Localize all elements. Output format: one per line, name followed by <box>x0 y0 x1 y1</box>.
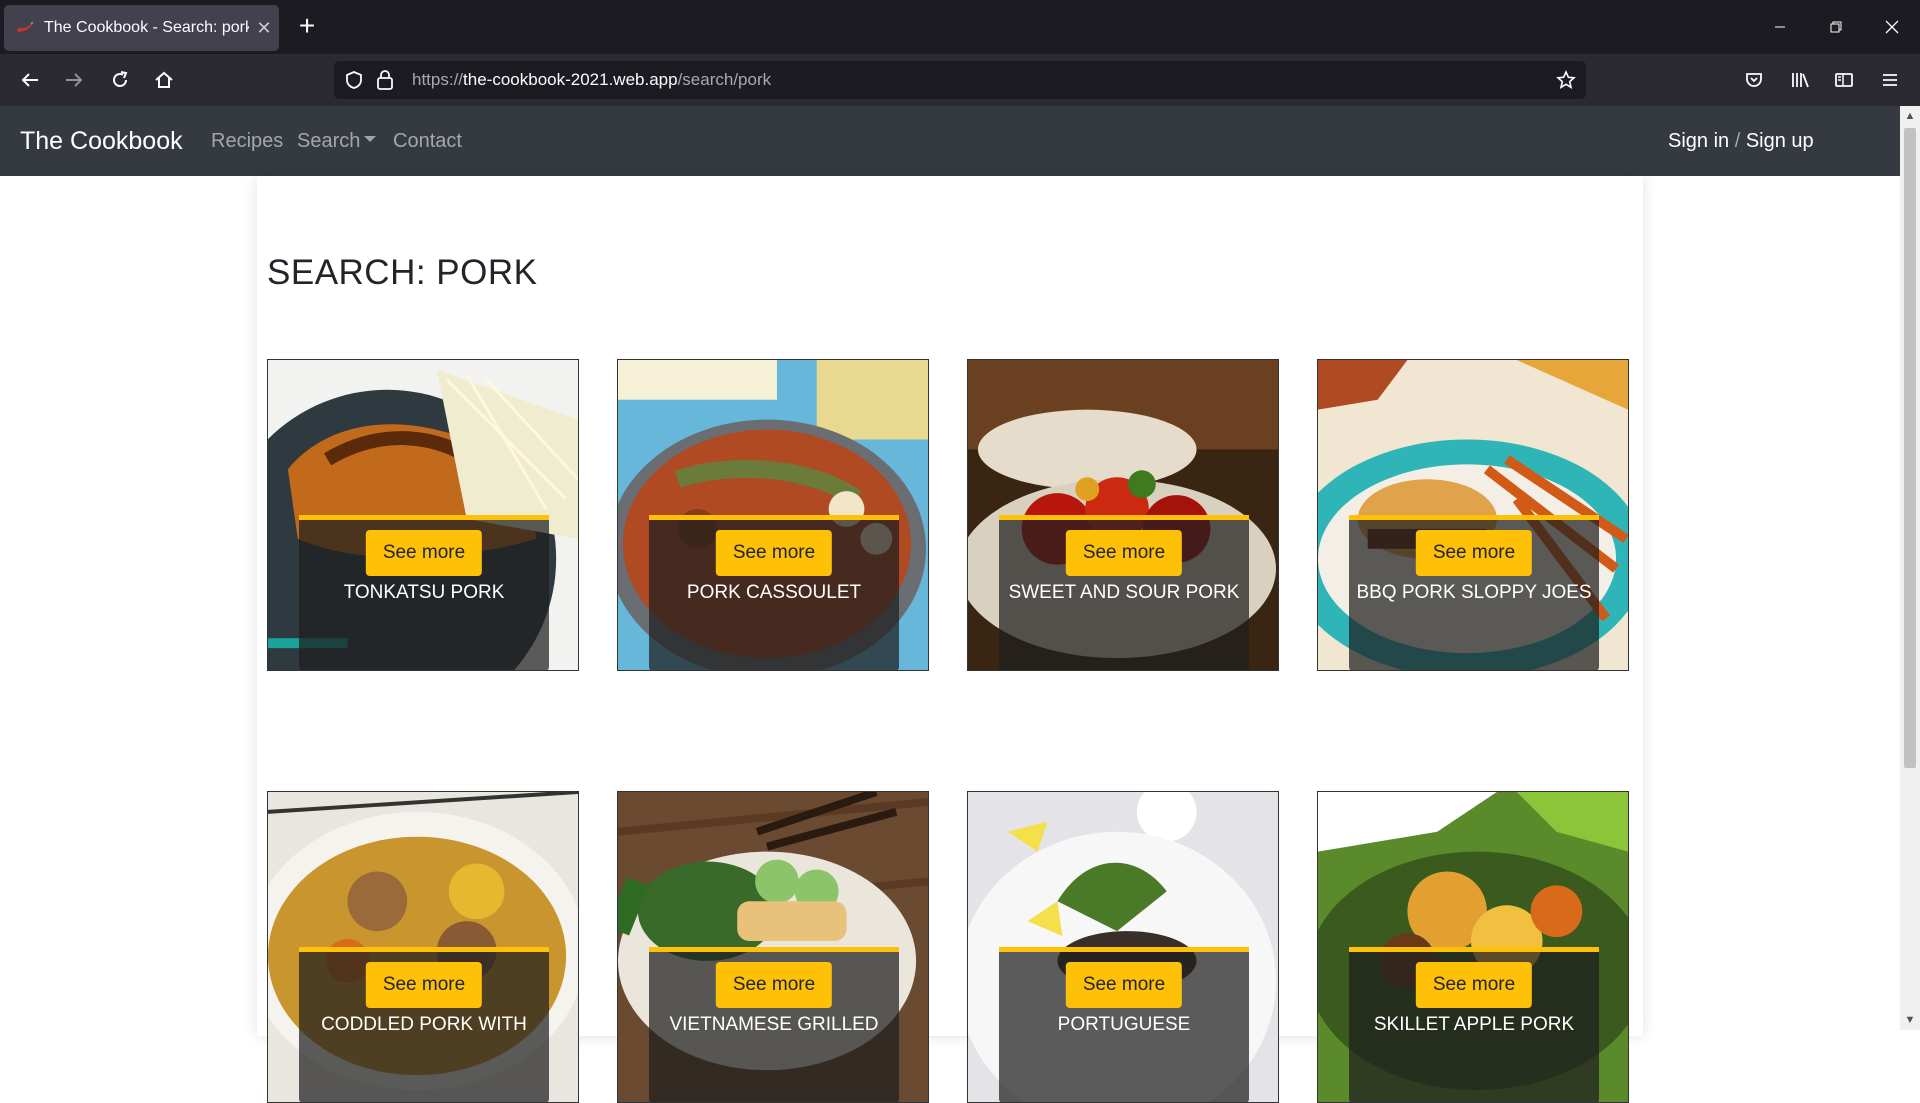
reload-icon[interactable] <box>104 64 136 96</box>
new-tab-button[interactable]: + <box>292 12 322 42</box>
recipe-name: Coddled Pork With <box>321 1014 527 1035</box>
nav-search-dropdown[interactable]: Search <box>297 106 377 176</box>
sign-up-link[interactable]: Sign up <box>1746 130 1814 152</box>
browser-tab[interactable]: The Cookbook - Search: pork ✕ <box>4 5 279 51</box>
page-scrollbar[interactable]: ▲ ▼ <box>1900 106 1920 1030</box>
recipe-card: See more Pork Cassoulet <box>617 359 929 671</box>
home-icon[interactable] <box>148 64 180 96</box>
auth-links: Sign in / Sign up <box>1668 106 1814 176</box>
menu-icon[interactable] <box>1874 64 1906 96</box>
shield-icon[interactable] <box>344 70 364 90</box>
recipe-card: See more BBQ Pork Sloppy Joes <box>1317 359 1629 671</box>
recipe-overlay: See more Pork Cassoulet <box>649 515 899 670</box>
library-icon[interactable] <box>1784 64 1816 96</box>
recipe-name: Skillet Apple Pork <box>1373 1014 1575 1035</box>
url-text: https://the-cookbook-2021.web.app/search… <box>412 61 771 99</box>
minimize-icon[interactable] <box>1752 0 1808 54</box>
recipe-name: Sweet and Sour Pork <box>1008 582 1240 603</box>
scroll-thumb[interactable] <box>1904 128 1916 768</box>
recipe-name: Portuguese <box>1057 1014 1191 1035</box>
recipe-card: See more Tonkatsu Pork <box>267 359 579 671</box>
tab-title: The Cookbook - Search: pork <box>44 19 249 36</box>
nav-recipes-link[interactable]: Recipes <box>211 106 283 176</box>
recipe-card: See more Sweet and Sour Pork <box>967 359 1279 671</box>
address-bar[interactable]: https://the-cookbook-2021.web.app/search… <box>334 61 1586 99</box>
recipe-card: See more Skillet Apple Pork <box>1317 791 1629 1103</box>
recipe-overlay: See more Sweet and Sour Pork <box>999 515 1249 670</box>
forward-arrow-icon[interactable] <box>58 64 90 96</box>
tab-close-icon[interactable]: ✕ <box>249 18 279 39</box>
see-more-button[interactable]: See more <box>715 530 833 576</box>
url-path: /search/pork <box>677 70 772 89</box>
site-navbar: The Cookbook Recipes Search Contact Sign… <box>0 106 1900 176</box>
see-more-button[interactable]: See more <box>1415 530 1533 576</box>
nav-search-label: Search <box>297 130 361 152</box>
browser-tab-bar: The Cookbook - Search: pork ✕ + <box>0 0 1920 54</box>
url-scheme: https:// <box>412 70 464 89</box>
sign-in-link[interactable]: Sign in <box>1668 130 1729 152</box>
browser-toolbar: https://the-cookbook-2021.web.app/search… <box>0 54 1920 106</box>
caret-down-icon <box>364 135 377 142</box>
pocket-icon[interactable] <box>1738 64 1770 96</box>
window-close-icon[interactable] <box>1864 0 1920 54</box>
recipe-overlay: See more Portuguese <box>999 947 1249 1102</box>
page-title: SEARCH: PORK <box>267 253 538 293</box>
recipe-overlay: See more Coddled Pork With <box>299 947 549 1102</box>
back-arrow-icon[interactable] <box>14 64 46 96</box>
see-more-button[interactable]: See more <box>1065 962 1183 1008</box>
see-more-button[interactable]: See more <box>365 530 483 576</box>
scroll-up-icon[interactable]: ▲ <box>1904 108 1916 124</box>
recipe-name: Pork Cassoulet <box>686 582 862 603</box>
see-more-button[interactable]: See more <box>1065 530 1183 576</box>
chili-favicon-icon <box>17 22 34 32</box>
recipe-overlay: See more Skillet Apple Pork <box>1349 947 1599 1102</box>
recipe-overlay: See more Tonkatsu Pork <box>299 515 549 670</box>
recipe-name: Tonkatsu Pork <box>343 582 505 603</box>
recipe-name: BBQ Pork Sloppy Joes <box>1356 582 1592 603</box>
recipe-name: Vietnamese Grilled <box>669 1014 879 1035</box>
search-results-container: SEARCH: PORK See more Tonkatsu Pork <box>257 176 1643 1103</box>
recipe-card: See more Portuguese <box>967 791 1279 1103</box>
sidebar-icon[interactable] <box>1828 64 1860 96</box>
url-host: the-cookbook-2021.web.app <box>463 70 678 89</box>
recipe-overlay: See more BBQ Pork Sloppy Joes <box>1349 515 1599 670</box>
lock-icon[interactable] <box>376 69 394 91</box>
recipe-card: See more Vietnamese Grilled <box>617 791 929 1103</box>
recipe-card: See more Coddled Pork With <box>267 791 579 1103</box>
restore-icon[interactable] <box>1808 0 1864 54</box>
scroll-down-icon[interactable]: ▼ <box>1904 1012 1916 1028</box>
see-more-button[interactable]: See more <box>365 962 483 1008</box>
site-brand[interactable]: The Cookbook <box>20 106 183 176</box>
recipe-overlay: See more Vietnamese Grilled <box>649 947 899 1102</box>
see-more-button[interactable]: See more <box>715 962 833 1008</box>
see-more-button[interactable]: See more <box>1415 962 1533 1008</box>
nav-contact-link[interactable]: Contact <box>393 106 462 176</box>
bookmark-star-icon[interactable] <box>1556 70 1576 90</box>
auth-separator: / <box>1734 130 1741 152</box>
